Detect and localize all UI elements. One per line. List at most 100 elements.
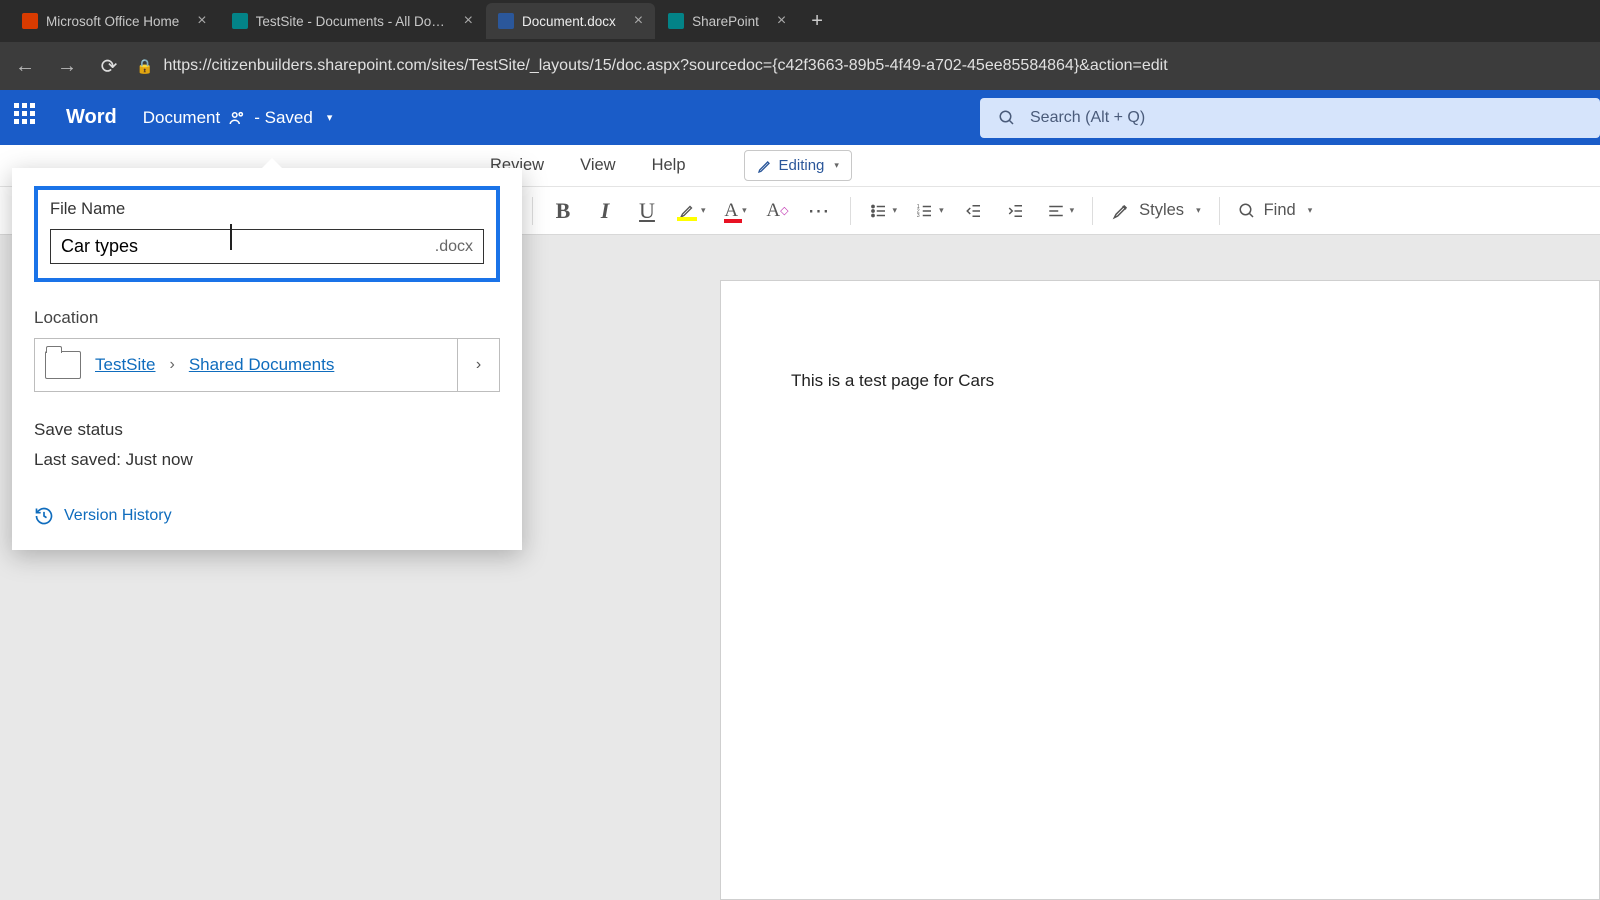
chevron-right-icon: ›	[169, 356, 174, 374]
underline-button[interactable]: U	[635, 198, 659, 224]
document-title-dropdown[interactable]: Document - Saved ▾	[143, 108, 333, 128]
close-icon[interactable]: ×	[634, 12, 643, 30]
tab-title: SharePoint	[692, 14, 759, 29]
font-color-button[interactable]: A ▾	[724, 200, 748, 222]
back-button[interactable]: ←	[10, 55, 40, 78]
bullet-list-icon	[869, 202, 889, 220]
location-label: Location	[34, 308, 500, 328]
forward-button[interactable]: →	[52, 55, 82, 78]
tab-title: Document.docx	[522, 14, 616, 29]
folder-icon	[45, 351, 81, 379]
office-icon	[22, 13, 38, 29]
url-field[interactable]: 🔒 https://citizenbuilders.sharepoint.com…	[136, 57, 1590, 75]
outdent-button[interactable]	[962, 202, 986, 220]
word-header: Word Document - Saved ▾ Search (Alt + Q)	[0, 90, 1600, 145]
chevron-down-icon: ▾	[742, 205, 747, 216]
file-name-input[interactable]	[61, 236, 435, 257]
sharepoint-icon	[232, 13, 248, 29]
more-options-button[interactable]: ⋯	[808, 198, 832, 224]
file-extension: .docx	[435, 238, 473, 256]
browser-tab[interactable]: SharePoint ×	[656, 3, 798, 39]
pencil-icon	[757, 158, 773, 174]
new-tab-button[interactable]: +	[799, 10, 835, 33]
chevron-down-icon: ▾	[1308, 205, 1313, 216]
document-page[interactable]: This is a test page for Cars	[720, 280, 1600, 900]
file-name-label: File Name	[50, 200, 484, 219]
styles-button[interactable]: Styles ▾	[1111, 201, 1200, 221]
breadcrumb-link-folder[interactable]: Shared Documents	[189, 355, 335, 375]
version-history-label: Version History	[64, 507, 172, 525]
chevron-down-icon: ▾	[701, 205, 706, 216]
search-box[interactable]: Search (Alt + Q)	[980, 98, 1600, 138]
bullet-list-button[interactable]: ▾	[869, 202, 898, 220]
sharepoint-icon	[668, 13, 684, 29]
save-status-value: Last saved: Just now	[34, 450, 500, 470]
chevron-down-icon: ▾	[327, 111, 333, 124]
chevron-down-icon: ▾	[1070, 205, 1075, 216]
tab-title: TestSite - Documents - All Docum	[256, 14, 446, 29]
url-text: https://citizenbuilders.sharepoint.com/s…	[163, 57, 1167, 75]
highlight-button[interactable]: ▾	[677, 202, 706, 220]
saved-state-text: - Saved	[254, 108, 313, 128]
browser-address-bar: ← → ⟳ 🔒 https://citizenbuilders.sharepoi…	[0, 42, 1600, 90]
save-status-label: Save status	[34, 420, 500, 440]
italic-button[interactable]: I	[593, 198, 617, 224]
text-cursor-icon	[230, 224, 232, 250]
align-icon	[1046, 202, 1066, 220]
indent-icon	[1006, 202, 1026, 220]
browser-tab[interactable]: Microsoft Office Home ×	[10, 3, 219, 39]
lock-icon: 🔒	[136, 58, 153, 75]
reload-button[interactable]: ⟳	[94, 54, 124, 79]
find-label: Find	[1264, 201, 1296, 220]
people-icon	[228, 109, 246, 127]
separator	[1092, 197, 1093, 225]
search-icon	[1238, 202, 1256, 220]
tab-title: Microsoft Office Home	[46, 14, 179, 29]
doc-title-text: Document	[143, 108, 220, 128]
word-icon	[498, 13, 514, 29]
location-breadcrumb: TestSite › Shared Documents	[35, 351, 457, 379]
separator	[850, 197, 851, 225]
separator	[532, 197, 533, 225]
browser-tab[interactable]: TestSite - Documents - All Docum ×	[220, 3, 485, 39]
tab-help[interactable]: Help	[652, 156, 686, 175]
browser-tab-strip: Microsoft Office Home × TestSite - Docum…	[0, 0, 1600, 42]
browser-tab-active[interactable]: Document.docx ×	[486, 3, 655, 39]
location-browse-button[interactable]: ›	[457, 339, 499, 391]
file-info-popout: File Name .docx Location TestSite › Shar…	[12, 168, 522, 550]
font-color-swatch	[724, 219, 742, 223]
chevron-down-icon: ▾	[939, 205, 944, 216]
file-name-field-wrap[interactable]: .docx	[50, 229, 484, 264]
styles-icon	[1111, 201, 1131, 221]
tab-view[interactable]: View	[580, 156, 615, 175]
app-name[interactable]: Word	[66, 106, 117, 129]
styles-label: Styles	[1139, 201, 1184, 220]
app-launcher-icon[interactable]	[14, 103, 44, 133]
history-icon	[34, 506, 54, 526]
clear-format-button[interactable]: A◇	[766, 200, 790, 222]
editing-label: Editing	[779, 157, 825, 174]
editing-mode-button[interactable]: Editing ▾	[744, 150, 852, 181]
location-box: TestSite › Shared Documents ›	[34, 338, 500, 392]
outdent-icon	[964, 202, 984, 220]
indent-button[interactable]	[1004, 202, 1028, 220]
separator	[1219, 197, 1220, 225]
search-icon	[998, 109, 1016, 127]
bold-button[interactable]: B	[551, 198, 575, 224]
numbered-list-button[interactable]: 123 ▾	[915, 202, 944, 220]
find-button[interactable]: Find ▾	[1238, 201, 1313, 220]
align-button[interactable]: ▾	[1046, 202, 1075, 220]
document-body-text: This is a test page for Cars	[791, 371, 994, 390]
breadcrumb-link-site[interactable]: TestSite	[95, 355, 155, 375]
chevron-down-icon: ▾	[834, 160, 839, 171]
numbered-list-icon: 123	[915, 202, 935, 220]
highlight-color-swatch	[677, 217, 697, 221]
search-placeholder: Search (Alt + Q)	[1030, 109, 1145, 127]
version-history-link[interactable]: Version History	[34, 506, 500, 526]
close-icon[interactable]: ×	[777, 12, 786, 30]
close-icon[interactable]: ×	[197, 12, 206, 30]
svg-text:3: 3	[917, 213, 920, 219]
close-icon[interactable]: ×	[464, 12, 473, 30]
chevron-down-icon: ▾	[893, 205, 898, 216]
file-name-block: File Name .docx	[34, 186, 500, 282]
